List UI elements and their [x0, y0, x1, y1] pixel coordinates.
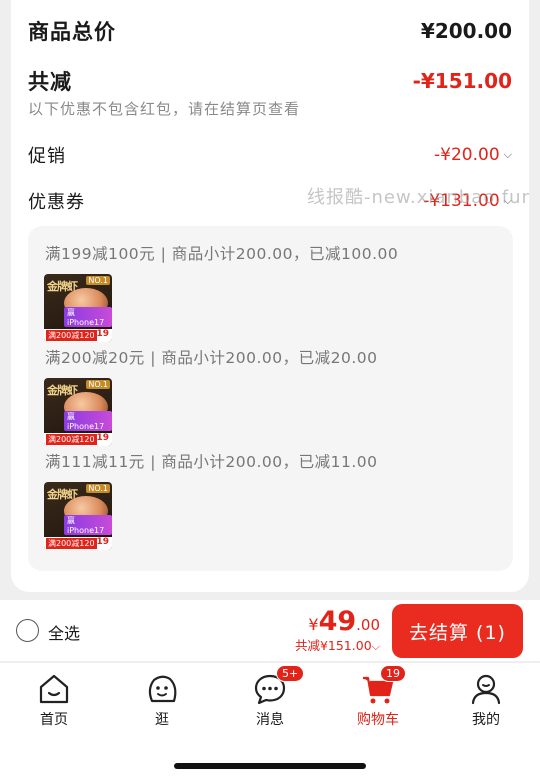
tab-home[interactable]: 首页 [14, 671, 94, 729]
product-thumbnail[interactable]: 金牌虾 NO.1 赢iPhone17 满200减120 19 [44, 274, 112, 342]
amount-decimal: .00 [356, 616, 380, 634]
tab-browse[interactable]: 逛 [122, 671, 202, 729]
tab-messages[interactable]: 5+ 消息 [230, 665, 310, 729]
tab-label: 购物车 [357, 712, 399, 728]
cart-badge: 19 [380, 665, 406, 682]
promotion-detail-panel: 满199减100元 | 商品小计200.00，已减100.00 金牌虾 NO.1… [28, 226, 513, 571]
thumb-badge: NO.1 [86, 484, 110, 493]
promotion-line: 满111减11元 | 商品小计200.00，已减11.00 [45, 453, 378, 471]
tab-profile[interactable]: 我的 [446, 671, 526, 729]
coupon-label: 优惠券 [28, 192, 85, 213]
total-amount: ¥49.00 共减¥151.00⌵ [295, 606, 380, 654]
thumb-tag: 赢iPhone17 [64, 307, 112, 327]
thumb-badge: NO.1 [86, 380, 110, 389]
bottom-discount-note: 共减¥151.00 [294, 638, 372, 653]
cart-icon: 19 [360, 665, 406, 707]
profile-icon [468, 671, 504, 707]
select-all-label[interactable]: 全选 [48, 620, 80, 644]
currency-symbol: ¥ [308, 615, 319, 634]
discount-note: 以下优惠不包含红包，请在结算页查看 [28, 100, 301, 118]
price-summary-card: 商品总价 ¥200.00 共减 -¥151.00 以下优惠不包含红包，请在结算页… [11, 0, 529, 592]
total-row: 商品总价 ¥200.00 [28, 16, 512, 46]
tab-cart[interactable]: 19 购物车 [338, 665, 418, 729]
message-badge: 5+ [276, 665, 305, 682]
promo-row[interactable]: 促销 -¥20.00 ⌵ [28, 142, 512, 168]
thumb-price-bar: 满200减120 19 [44, 537, 112, 550]
promotion-line: 满200减20元 | 商品小计200.00，已减20.00 [45, 349, 378, 367]
thumb-promo: 满200减120 [46, 330, 97, 341]
select-all-checkbox[interactable] [16, 619, 39, 642]
promo-value-wrap: -¥20.00 ⌵ [434, 145, 512, 165]
thumb-tag: 赢iPhone17 [64, 515, 112, 535]
tab-label: 消息 [256, 712, 284, 728]
promo-value: -¥20.00 [434, 145, 500, 165]
thumb-price: 19 [96, 433, 109, 443]
chevron-down-icon: ⌵ [371, 640, 380, 653]
thumb-tag: 赢iPhone17 [64, 411, 112, 431]
discount-value: -¥151.00 [412, 69, 512, 93]
thumb-price: 19 [96, 329, 109, 339]
checkout-bar: 全选 ¥49.00 共减¥151.00⌵ 去结算 (1) [0, 600, 540, 662]
amount-integer: 49 [318, 606, 357, 637]
promotion-line: 满199减100元 | 商品小计200.00，已减100.00 [45, 245, 399, 263]
checkout-button[interactable]: 去结算 (1) [392, 604, 523, 658]
thumb-price-bar: 满200减120 19 [44, 433, 112, 446]
tab-label: 逛 [155, 712, 169, 728]
home-icon [36, 671, 72, 707]
discount-detail-toggle[interactable]: 共减¥151.00⌵ [295, 635, 380, 654]
promo-label: 促销 [28, 146, 66, 167]
home-indicator[interactable] [174, 763, 366, 769]
tab-label: 首页 [40, 712, 68, 728]
total-value: ¥200.00 [420, 19, 512, 43]
product-thumbnail[interactable]: 金牌虾 NO.1 赢iPhone17 满200减120 19 [44, 482, 112, 550]
chevron-down-icon: ⌵ [503, 148, 512, 161]
browse-face-icon [144, 671, 180, 707]
discount-row: 共减 -¥151.00 [28, 66, 512, 96]
thumb-promo: 满200减120 [46, 538, 97, 549]
thumb-price-bar: 满200减120 19 [44, 329, 112, 342]
amount-line: ¥49.00 [295, 606, 380, 637]
thumb-price: 19 [96, 537, 109, 547]
watermark-text: 线报酷-new.xianbao.fun [307, 187, 529, 208]
product-thumbnail[interactable]: 金牌虾 NO.1 赢iPhone17 满200减120 19 [44, 378, 112, 446]
thumb-promo: 满200减120 [46, 434, 97, 445]
message-icon: 5+ [252, 665, 305, 707]
thumb-badge: NO.1 [86, 276, 110, 285]
total-label: 商品总价 [28, 20, 116, 44]
discount-label: 共减 [28, 70, 72, 94]
tab-label: 我的 [472, 712, 500, 728]
